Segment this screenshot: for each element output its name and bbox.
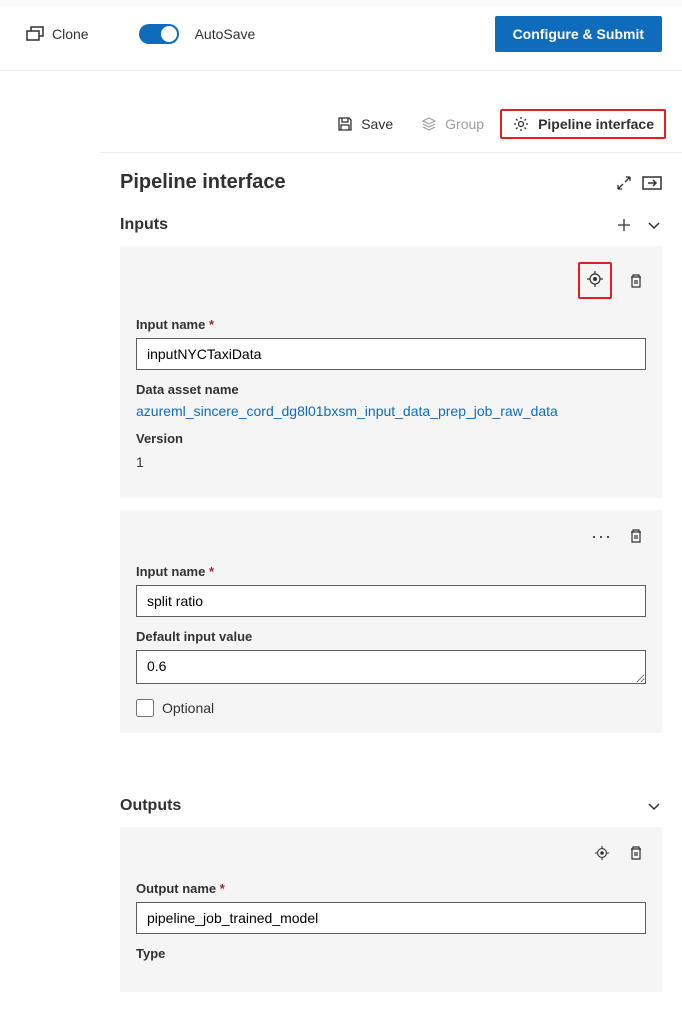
locate-icon xyxy=(594,845,610,861)
input-name-field[interactable] xyxy=(136,585,646,617)
locate-output-button[interactable] xyxy=(592,843,612,863)
delete-input-button[interactable] xyxy=(626,526,646,546)
delete-input-button[interactable] xyxy=(626,271,646,291)
autosave-label: AutoSave xyxy=(195,26,256,42)
expand-icon[interactable] xyxy=(616,175,632,191)
top-bar: Clone AutoSave Configure & Submit xyxy=(0,6,682,71)
locate-icon xyxy=(586,270,604,288)
save-label: Save xyxy=(361,116,393,132)
inputs-section: Inputs Input name * Data asset name azur… xyxy=(100,206,682,761)
inputs-title: Inputs xyxy=(120,216,616,234)
gear-icon xyxy=(512,115,530,133)
data-asset-link[interactable]: azureml_sincere_cord_dg8l01bxsm_input_da… xyxy=(136,403,646,419)
collapse-inputs-button[interactable] xyxy=(646,217,662,233)
trash-icon xyxy=(628,273,644,289)
optional-label: Optional xyxy=(162,700,214,716)
pipeline-interface-button[interactable]: Pipeline interface xyxy=(500,109,666,139)
input-card: Input name * Data asset name azureml_sin… xyxy=(120,246,662,498)
toolbar: Save Group Pipeline interface xyxy=(0,97,682,152)
collapse-outputs-button[interactable] xyxy=(646,798,662,814)
input-name-label: Input name * xyxy=(136,317,646,332)
outputs-section: Outputs Output name * Type xyxy=(100,787,682,1020)
chevron-down-icon xyxy=(646,217,662,233)
pipeline-interface-panel: Pipeline interface Inputs Input name * xyxy=(100,152,682,1020)
save-button[interactable]: Save xyxy=(325,110,405,138)
plus-icon xyxy=(616,217,632,233)
chevron-down-icon xyxy=(646,798,662,814)
clone-icon xyxy=(26,26,44,42)
optional-checkbox[interactable] xyxy=(136,699,154,717)
dock-icon[interactable] xyxy=(642,175,662,191)
panel-title: Pipeline interface xyxy=(120,171,606,194)
more-options-button[interactable]: ··· xyxy=(591,531,612,541)
default-value-field[interactable]: 0.6 xyxy=(136,650,646,684)
clone-label: Clone xyxy=(52,26,89,42)
outputs-title: Outputs xyxy=(120,797,646,815)
locate-input-button[interactable] xyxy=(578,262,612,299)
trash-icon xyxy=(628,528,644,544)
version-value: 1 xyxy=(136,452,646,470)
output-card: Output name * Type xyxy=(120,827,662,992)
group-label: Group xyxy=(445,116,484,132)
clone-button[interactable]: Clone xyxy=(20,22,95,46)
trash-icon xyxy=(628,845,644,861)
output-name-label: Output name * xyxy=(136,881,646,896)
pipeline-interface-label: Pipeline interface xyxy=(538,116,654,132)
default-value-label: Default input value xyxy=(136,629,646,644)
add-input-button[interactable] xyxy=(616,217,632,233)
data-asset-label: Data asset name xyxy=(136,382,646,397)
input-card: ··· Input name * Default input value 0.6… xyxy=(120,510,662,733)
output-type-label: Type xyxy=(136,946,646,961)
save-icon xyxy=(337,116,353,132)
version-label: Version xyxy=(136,431,646,446)
output-name-field[interactable] xyxy=(136,902,646,934)
configure-submit-button[interactable]: Configure & Submit xyxy=(495,16,662,52)
input-name-field[interactable] xyxy=(136,338,646,370)
autosave-toggle[interactable] xyxy=(139,24,179,44)
group-icon xyxy=(421,116,437,132)
input-name-label: Input name * xyxy=(136,564,646,579)
delete-output-button[interactable] xyxy=(626,843,646,863)
group-button: Group xyxy=(409,110,496,138)
